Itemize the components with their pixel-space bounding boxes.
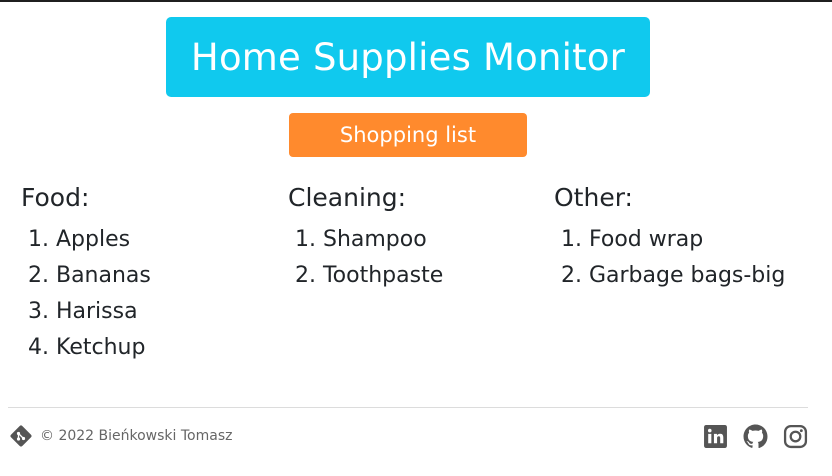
- category-other: Other: 1. Food wrap 2. Garbage bags-big: [554, 180, 814, 294]
- git-icon: [8, 423, 34, 449]
- item-list: 1. Shampoo 2. Toothpaste: [288, 222, 548, 294]
- page-title-text: Home Supplies Monitor: [190, 35, 626, 79]
- category-title: Other:: [554, 183, 633, 212]
- linkedin-icon[interactable]: [703, 424, 728, 449]
- category-title: Cleaning:: [288, 183, 407, 212]
- footer-divider: [8, 407, 808, 408]
- copyright-text: © 2022 Bieńkowski Tomasz: [40, 428, 233, 444]
- category-cleaning: Cleaning: 1. Shampoo 2. Toothpaste: [288, 180, 548, 294]
- item-label: Apples: [55, 227, 131, 252]
- list-item: 4. Ketchup: [28, 335, 146, 360]
- shopping-list-button-label: Shopping list: [339, 123, 477, 147]
- item-label: Shampoo: [322, 227, 427, 252]
- github-icon[interactable]: [743, 424, 768, 449]
- list-item: 2. Garbage bags-big: [561, 263, 786, 288]
- shopping-list-button[interactable]: Shopping list: [289, 113, 527, 157]
- item-label: Bananas: [55, 263, 151, 288]
- social-links: [703, 424, 808, 449]
- item-label: Food wrap: [588, 227, 704, 252]
- list-item: 2. Bananas: [28, 263, 151, 288]
- list-item: 1. Apples: [28, 227, 131, 252]
- list-item: 1. Food wrap: [561, 227, 704, 252]
- top-border: [0, 0, 832, 2]
- list-item: 3. Harissa: [28, 299, 138, 324]
- instagram-icon[interactable]: [783, 424, 808, 449]
- item-label: Ketchup: [55, 335, 146, 360]
- item-label: Toothpaste: [322, 263, 444, 288]
- footer: © 2022 Bieńkowski Tomasz: [8, 420, 808, 452]
- item-list: 1. Apples 2. Bananas 3. Harissa 4. Ketch…: [21, 222, 281, 366]
- list-item: 2. Toothpaste: [295, 263, 444, 288]
- list-item: 1. Shampoo: [295, 227, 427, 252]
- item-label: Garbage bags-big: [588, 263, 786, 288]
- item-list: 1. Food wrap 2. Garbage bags-big: [554, 222, 814, 294]
- category-title: Food:: [21, 183, 90, 212]
- item-label: Harissa: [55, 299, 138, 324]
- page-title: Home Supplies Monitor: [166, 17, 650, 97]
- category-food: Food: 1. Apples 2. Bananas 3. Harissa 4.…: [21, 180, 281, 366]
